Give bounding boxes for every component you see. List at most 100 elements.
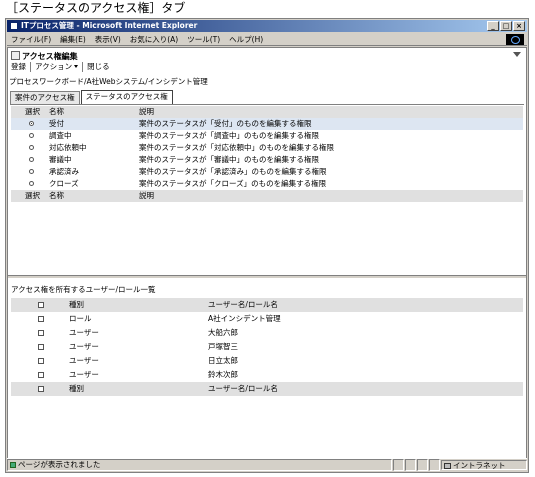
table-row[interactable]: 対応依頼中 案件のステータスが「対応依頼中」のものを編集する権限 bbox=[11, 142, 523, 154]
menu-bar: ファイル(F) 編集(E) 表示(V) お気に入り(A) ツール(T) ヘルプ(… bbox=[7, 33, 527, 46]
user-name: 日立太郎 bbox=[208, 356, 238, 365]
table-row[interactable]: 受付 案件のステータスが「受付」のものを編集する権限 bbox=[11, 118, 523, 130]
pane-divider[interactable] bbox=[8, 275, 526, 279]
user-name: 大船六郎 bbox=[208, 328, 238, 337]
header-user: ユーザー名/ロール名 bbox=[208, 300, 278, 309]
status-desc: 案件のステータスが「対応依頼中」のものを編集する権限 bbox=[139, 143, 334, 152]
status-name: 受付 bbox=[49, 119, 64, 128]
close-window-button[interactable]: × bbox=[513, 21, 525, 31]
select-radio[interactable] bbox=[29, 133, 34, 138]
status-name: 承認済み bbox=[49, 167, 79, 176]
select-radio[interactable] bbox=[29, 145, 34, 150]
table-footer-row: 選択 名称 説明 bbox=[11, 190, 523, 202]
breadcrumb: プロセスワークボード/A社Webシステム/インシデント管理 bbox=[9, 77, 208, 86]
row-checkbox[interactable] bbox=[38, 330, 44, 336]
footer-name: 名称 bbox=[49, 191, 64, 200]
action-menu-button[interactable]: アクション bbox=[33, 62, 80, 72]
status-cell bbox=[393, 459, 404, 471]
status-desc: 案件のステータスが「審議中」のものを編集する権限 bbox=[139, 155, 319, 164]
select-all-checkbox-footer[interactable] bbox=[38, 386, 44, 392]
status-name: 対応依頼中 bbox=[49, 143, 87, 152]
table-header-row: 種別 ユーザー名/ロール名 bbox=[11, 298, 523, 312]
select-all-checkbox[interactable] bbox=[38, 302, 44, 308]
table-row[interactable]: クローズ 案件のステータスが「クローズ」のものを編集する権限 bbox=[11, 178, 523, 190]
page-content: アクセス権編集 登録 アクション 閉じる プロセスワークボード/A社Webシステ… bbox=[7, 47, 527, 460]
status-cell bbox=[405, 459, 416, 471]
footer-type: 種別 bbox=[69, 384, 84, 393]
status-bar: ページが表示されました イントラネット bbox=[7, 458, 527, 471]
table-header-row: 選択 名称 説明 bbox=[11, 106, 523, 118]
user-table: 種別 ユーザー名/ロール名 ロール A社インシデント管理 ユーザー 大船六郎 ユ… bbox=[11, 298, 523, 396]
status-desc: 案件のステータスが「承認済み」のものを編集する権限 bbox=[139, 167, 327, 176]
menu-file[interactable]: ファイル(F) bbox=[11, 34, 51, 45]
status-name: 審議中 bbox=[49, 155, 72, 164]
section-title: アクセス権編集 bbox=[11, 51, 78, 62]
maximize-button[interactable]: □ bbox=[500, 21, 512, 31]
user-type: ロール bbox=[69, 314, 92, 323]
close-button[interactable]: 閉じる bbox=[85, 62, 112, 72]
page-done-icon bbox=[10, 462, 16, 468]
user-name: 戸塚智三 bbox=[208, 342, 238, 351]
toolbar-separator bbox=[30, 62, 31, 72]
select-radio[interactable] bbox=[29, 157, 34, 162]
table-row[interactable]: 承認済み 案件のステータスが「承認済み」のものを編集する権限 bbox=[11, 166, 523, 178]
table-footer-row: 種別 ユーザー名/ロール名 bbox=[11, 382, 523, 396]
user-name: 鈴木次郎 bbox=[208, 370, 238, 379]
row-checkbox[interactable] bbox=[38, 358, 44, 364]
status-desc: 案件のステータスが「クローズ」のものを編集する権限 bbox=[139, 179, 327, 188]
tab-status-access[interactable]: ステータスのアクセス権 bbox=[80, 90, 173, 104]
menu-edit[interactable]: 編集(E) bbox=[60, 34, 86, 45]
windows-logo-icon bbox=[506, 34, 524, 45]
table-row[interactable]: ユーザー 大船六郎 bbox=[11, 326, 523, 340]
row-checkbox[interactable] bbox=[38, 372, 44, 378]
status-cell bbox=[429, 459, 440, 471]
header-desc: 説明 bbox=[139, 107, 154, 116]
figure-caption: ［ステータスのアクセス権］タブ bbox=[6, 1, 186, 15]
menu-tools[interactable]: ツール(T) bbox=[187, 34, 220, 45]
menu-favorites[interactable]: お気に入り(A) bbox=[130, 34, 178, 45]
status-cell bbox=[417, 459, 428, 471]
header-type: 種別 bbox=[69, 300, 84, 309]
menu-view[interactable]: 表示(V) bbox=[95, 34, 121, 45]
table-row[interactable]: ロール A社インシデント管理 bbox=[11, 312, 523, 326]
select-radio[interactable] bbox=[29, 169, 34, 174]
user-type: ユーザー bbox=[69, 342, 99, 351]
select-radio[interactable] bbox=[29, 121, 34, 126]
row-checkbox[interactable] bbox=[38, 344, 44, 350]
register-button[interactable]: 登録 bbox=[9, 62, 28, 72]
window-title: ITプロセス管理 - Microsoft Internet Explorer bbox=[21, 21, 198, 30]
select-radio[interactable] bbox=[29, 181, 34, 186]
table-row[interactable]: ユーザー 日立太郎 bbox=[11, 354, 523, 368]
table-row[interactable]: ユーザー 鈴木次郎 bbox=[11, 368, 523, 382]
title-bar: ITプロセス管理 - Microsoft Internet Explorer _… bbox=[7, 20, 527, 32]
menu-help[interactable]: ヘルプ(H) bbox=[229, 34, 263, 45]
row-checkbox[interactable] bbox=[38, 316, 44, 322]
status-desc: 案件のステータスが「受付」のものを編集する権限 bbox=[139, 119, 312, 128]
status-name: 調査中 bbox=[49, 131, 72, 140]
collapse-arrow-icon[interactable] bbox=[513, 52, 521, 57]
ie-app-icon bbox=[10, 22, 18, 30]
footer-select: 選択 bbox=[25, 191, 40, 200]
footer-desc: 説明 bbox=[139, 191, 154, 200]
dropdown-arrow-icon bbox=[74, 65, 79, 68]
status-name: クローズ bbox=[49, 179, 79, 188]
footer-user: ユーザー名/ロール名 bbox=[208, 384, 278, 393]
minimize-button[interactable]: _ bbox=[487, 21, 499, 31]
tab-bar: 案件のアクセス権 ステータスのアクセス権 bbox=[10, 90, 524, 105]
intranet-zone-icon bbox=[444, 463, 451, 469]
table-row[interactable]: 審議中 案件のステータスが「審議中」のものを編集する権限 bbox=[11, 154, 523, 166]
action-toolbar: 登録 アクション 閉じる bbox=[9, 62, 112, 72]
table-row[interactable]: 調査中 案件のステータスが「調査中」のものを編集する権限 bbox=[11, 130, 523, 142]
status-message: ページが表示されました bbox=[7, 459, 392, 471]
user-type: ユーザー bbox=[69, 328, 99, 337]
header-name: 名称 bbox=[49, 107, 64, 116]
status-desc: 案件のステータスが「調査中」のものを編集する権限 bbox=[139, 131, 319, 140]
tab-case-access[interactable]: 案件のアクセス権 bbox=[10, 91, 80, 104]
browser-window: ITプロセス管理 - Microsoft Internet Explorer _… bbox=[5, 18, 529, 473]
header-select: 選択 bbox=[25, 107, 40, 116]
status-table: 選択 名称 説明 受付 案件のステータスが「受付」のものを編集する権限 調査中 … bbox=[11, 106, 523, 202]
user-list-title: アクセス権を所有するユーザー/ロール一覧 bbox=[11, 285, 156, 294]
toolbar-separator bbox=[82, 62, 84, 72]
table-row[interactable]: ユーザー 戸塚智三 bbox=[11, 340, 523, 354]
user-name: A社インシデント管理 bbox=[208, 314, 281, 323]
